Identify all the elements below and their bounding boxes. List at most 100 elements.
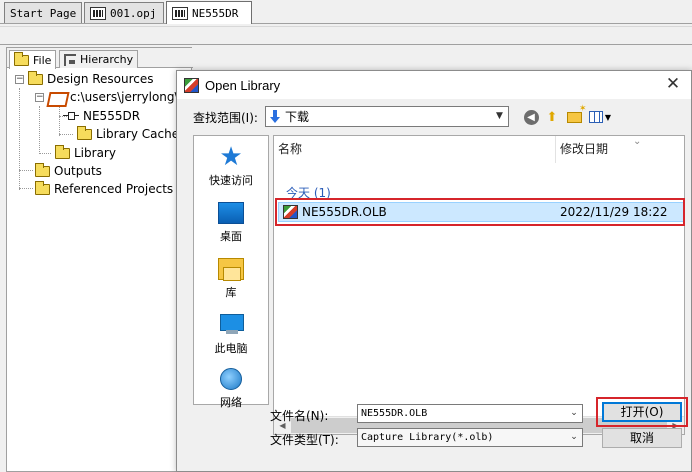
collapse-toggle-icon[interactable]: −: [15, 74, 24, 84]
place-label: 此电脑: [214, 342, 248, 355]
tab-hierarchy-label: Hierarchy: [80, 53, 134, 66]
hierarchy-icon: [64, 53, 76, 66]
project-icon: [90, 6, 106, 20]
tree-line: [59, 134, 73, 135]
tree-line: [39, 106, 40, 154]
library-file-icon: [48, 91, 66, 104]
tab-file[interactable]: File: [9, 50, 57, 69]
place-network[interactable]: 网络: [194, 362, 268, 416]
collapse-toggle-icon[interactable]: −: [35, 92, 44, 102]
new-folder-icon: [566, 104, 586, 123]
tree-line: [19, 170, 33, 171]
tree-line: [59, 106, 60, 136]
tab-start-page[interactable]: Start Page: [4, 2, 82, 23]
view-menu-icon: [588, 111, 603, 123]
downloads-folder-icon: [270, 109, 280, 124]
place-label: 桌面: [220, 230, 242, 243]
place-label: 快速访问: [209, 174, 253, 187]
back-button[interactable]: ◀: [522, 108, 540, 126]
folder-icon: [77, 125, 92, 140]
back-arrow-icon: ◀: [523, 109, 539, 125]
filetype-dropdown[interactable]: Capture Library(*.olb) ⌄: [357, 428, 583, 447]
dialog-titlebar[interactable]: Open Library ✕: [177, 71, 691, 99]
tree-item-label: NE555DR: [83, 109, 141, 123]
tree-item-design-resources[interactable]: − Design Resources: [15, 70, 154, 88]
tree-item-label: Library: [74, 146, 116, 160]
tree-item-label: c:\users\jerrylong\: [70, 90, 179, 104]
place-libraries[interactable]: 库: [194, 252, 268, 306]
places-bar: ★ 快速访问 桌面 库 此电脑 网络: [193, 135, 269, 409]
column-separator[interactable]: [555, 136, 556, 163]
tree-item-library-path[interactable]: − c:\users\jerrylong\: [35, 88, 179, 106]
tree-item-label: Outputs: [54, 164, 102, 178]
folder-icon: [55, 144, 70, 159]
filetype-label: 文件类型(T):: [270, 433, 339, 447]
tab-file-label: File: [33, 53, 52, 67]
chevron-down-icon: ▼: [604, 112, 612, 122]
look-in-label: 查找范围(I):: [193, 111, 258, 125]
folder-icon: [14, 51, 29, 66]
this-pc-icon: [220, 314, 244, 336]
tab-label: Start Page: [10, 6, 77, 20]
filetype-value: Capture Library(*.olb): [361, 432, 494, 443]
filename-label: 文件名(N):: [270, 409, 329, 423]
up-folder-icon: ⬆: [546, 109, 558, 125]
library-doc-icon: [172, 6, 188, 20]
place-label: 库: [225, 286, 237, 299]
panel-tabs: File Hierarchy: [7, 48, 193, 69]
capture-app-icon: [184, 77, 199, 93]
tree-item-ne555dr[interactable]: NE555DR: [63, 107, 140, 125]
up-folder-button[interactable]: ⬆: [543, 108, 561, 126]
quick-access-star-icon: ★: [219, 142, 243, 172]
new-folder-button[interactable]: [565, 104, 586, 126]
cancel-button[interactable]: 取消: [602, 428, 682, 448]
libraries-icon: [218, 258, 244, 281]
document-tab-strip: Start Page 001.opj NE555DR: [0, 0, 692, 24]
tree-item-label: Design Resources: [47, 72, 154, 86]
file-list[interactable]: 名称 ⌄ 修改日期 今天 (1) NE555DR.OLB 2022/11/29 …: [273, 135, 685, 435]
filename-value: NE555DR.OLB: [361, 408, 428, 419]
tree-line: [19, 88, 20, 190]
sort-chevron-icon: ⌄: [633, 136, 642, 147]
tree-item-outputs[interactable]: Outputs: [35, 162, 102, 180]
tab-001-opj[interactable]: 001.opj: [84, 2, 164, 23]
filename-input[interactable]: NE555DR.OLB ⌄: [357, 404, 583, 423]
network-icon: [220, 368, 242, 390]
tab-label: 001.opj: [110, 6, 157, 20]
tree-item-library[interactable]: Library: [55, 144, 116, 162]
place-this-pc[interactable]: 此电脑: [194, 308, 268, 362]
chevron-down-icon[interactable]: ⌄: [566, 429, 582, 446]
place-quick-access[interactable]: ★ 快速访问: [194, 140, 268, 194]
dialog-body: 查找范围(I): 下载 ▼ ◀ ⬆ ▼ ★ 快速访问 桌面: [177, 99, 691, 471]
highlight-box-file: [275, 198, 685, 226]
look-in-dropdown[interactable]: 下载 ▼: [265, 106, 509, 127]
folder-icon: [35, 162, 50, 177]
chevron-down-icon[interactable]: ▼: [491, 107, 508, 126]
close-icon[interactable]: ✕: [659, 73, 687, 97]
desktop-icon: [218, 202, 244, 224]
tab-label: NE555DR: [192, 6, 239, 20]
look-in-value: 下载: [285, 110, 310, 124]
project-manager-panel: File Hierarchy − Design Resources − c:\u…: [6, 47, 193, 472]
place-label: 网络: [220, 396, 242, 409]
tree-item-library-cache[interactable]: Library Cache: [77, 125, 179, 143]
column-header-date[interactable]: 修改日期: [560, 140, 608, 157]
view-menu-button[interactable]: ▼: [587, 108, 613, 126]
chevron-down-icon[interactable]: ⌄: [566, 405, 582, 422]
toolbar-strip: [0, 26, 692, 45]
tab-ne555dr[interactable]: NE555DR: [166, 1, 252, 24]
tree-item-referenced-projects[interactable]: Referenced Projects: [35, 180, 173, 198]
tree-item-label: Library Cache: [96, 127, 180, 141]
place-desktop[interactable]: 桌面: [194, 196, 268, 250]
open-library-dialog: Open Library ✕ 查找范围(I): 下载 ▼ ◀ ⬆ ▼ ★ 快速访…: [176, 70, 692, 472]
tree-line: [39, 153, 51, 154]
tab-hierarchy[interactable]: Hierarchy: [59, 50, 139, 68]
dialog-title: Open Library: [205, 77, 281, 93]
column-header-name[interactable]: 名称: [278, 140, 302, 157]
tree-line: [19, 188, 33, 189]
folder-icon: [35, 180, 50, 195]
tree-item-label: Referenced Projects: [54, 182, 174, 196]
highlight-box-open: [596, 397, 688, 427]
folder-open-icon: [28, 70, 43, 85]
part-icon: [63, 111, 79, 121]
